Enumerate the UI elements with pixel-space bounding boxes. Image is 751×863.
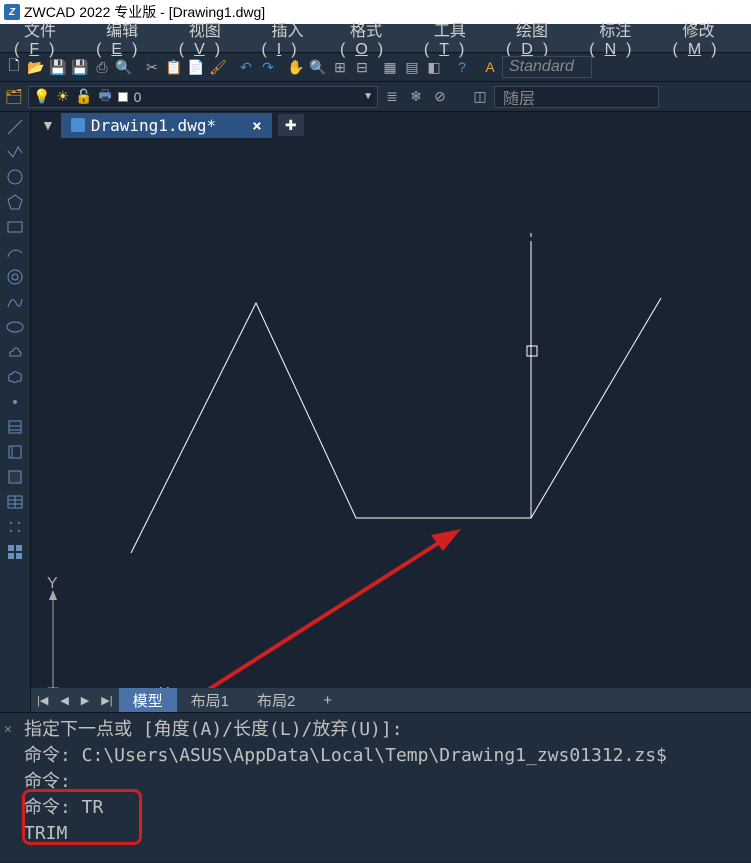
match-icon[interactable]: 🖌: [208, 57, 228, 77]
layout1-tab[interactable]: 布局1: [177, 688, 243, 713]
cmd-line1: 指定下一点或 [角度(A)/长度(L)/放弃(U)]:: [24, 717, 743, 743]
calc-icon[interactable]: ▤: [402, 57, 422, 77]
nav-next-icon[interactable]: ▶: [75, 694, 95, 707]
command-window[interactable]: ✕ 指定下一点或 [角度(A)/长度(L)/放弃(U)]: 命令: C:\Use…: [0, 712, 751, 862]
arc-tool-icon[interactable]: [4, 241, 26, 263]
properties-icon[interactable]: ▦: [380, 57, 400, 77]
style-dropdown[interactable]: [502, 56, 592, 78]
polyline-drawing: [131, 243, 531, 553]
cloud-tool-icon[interactable]: [4, 341, 26, 363]
cmd-line4: 命令: TR: [24, 795, 743, 821]
model-tab[interactable]: 模型: [119, 688, 177, 713]
copy-icon[interactable]: 📋: [164, 57, 184, 77]
point-tool-icon[interactable]: [4, 391, 26, 413]
saveas-icon[interactable]: 💾: [70, 57, 90, 77]
region-tool-icon[interactable]: [4, 466, 26, 488]
textstyle-icon[interactable]: A: [480, 57, 500, 77]
file-tab-name: Drawing1.dwg*: [91, 116, 216, 135]
layout-tabs: |◀ ◀ ▶ ▶| 模型 布局1 布局2 +: [31, 688, 751, 712]
svg-text:Y: Y: [47, 575, 58, 592]
tab-menu-icon[interactable]: ▼: [35, 117, 61, 133]
donut-tool-icon[interactable]: [4, 266, 26, 288]
help-icon[interactable]: ?: [452, 57, 472, 77]
undo-icon[interactable]: ↶: [236, 57, 256, 77]
zoom-prev-icon[interactable]: ⊟: [352, 57, 372, 77]
dwg-icon: [71, 118, 85, 132]
open-file-icon[interactable]: 📂: [26, 57, 46, 77]
cmd-line3: 命令:: [24, 769, 743, 795]
layer-selector[interactable]: 💡 ☀ 🔓 🖶 0 ▼: [28, 86, 378, 108]
menubar: 文件(F) 编辑(E) 视图(V) 插入(I) 格式(O) 工具(T) 绘图(D…: [0, 24, 751, 52]
cmd-line2: 命令: C:\Users\ASUS\AppData\Local\Temp\Dra…: [24, 743, 743, 769]
dots-tool-icon[interactable]: [4, 516, 26, 538]
zoom-window-icon[interactable]: ⊞: [330, 57, 350, 77]
file-tab[interactable]: Drawing1.dwg* ×: [61, 113, 272, 138]
close-tab-icon[interactable]: ×: [252, 116, 262, 135]
chevron-down-icon: ▼: [363, 91, 373, 102]
new-file-icon[interactable]: 🗋: [4, 57, 24, 77]
draw-toolbar: [0, 112, 31, 712]
layer-freeze-icon[interactable]: ❄: [406, 87, 426, 107]
menu-edit[interactable]: 编辑(E): [86, 17, 169, 59]
menu-view[interactable]: 视图(V): [169, 17, 252, 59]
rectangle-tool-icon[interactable]: [4, 216, 26, 238]
lightbulb-icon: 💡: [33, 88, 50, 105]
lock-icon: 🔓: [75, 88, 92, 105]
sun-icon: ☀: [56, 88, 69, 105]
new-tab-button[interactable]: ✚: [278, 114, 304, 136]
revcloud-tool-icon[interactable]: [4, 366, 26, 388]
layer-manage-icon[interactable]: ≣: [382, 87, 402, 107]
menu-insert[interactable]: 插入(I): [251, 17, 330, 59]
line-segment: [531, 298, 661, 518]
menu-dimension[interactable]: 标注(N): [579, 17, 662, 59]
close-command-icon[interactable]: ✕: [4, 717, 12, 743]
layer-icon[interactable]: 🗂: [4, 87, 24, 107]
grid-tool-icon[interactable]: [4, 541, 26, 563]
layer-name: 0: [134, 89, 142, 105]
save-icon[interactable]: 💾: [48, 57, 68, 77]
table-tool-icon[interactable]: [4, 491, 26, 513]
redo-icon[interactable]: ↷: [258, 57, 278, 77]
zoom-icon[interactable]: 🔍: [308, 57, 328, 77]
nav-prev-icon[interactable]: ◀: [54, 694, 74, 707]
circle-tool-icon[interactable]: [4, 166, 26, 188]
pan-icon[interactable]: ✋: [286, 57, 306, 77]
plot-icon: 🖶: [98, 85, 111, 109]
gradient-tool-icon[interactable]: [4, 441, 26, 463]
drawing-canvas[interactable]: Y X: [31, 138, 751, 688]
color-swatch-icon: [118, 92, 128, 102]
polyline-tool-icon[interactable]: [4, 141, 26, 163]
preview-icon[interactable]: 🔍: [114, 57, 134, 77]
workspace: ▼ Drawing1.dwg* × ✚ Y: [0, 112, 751, 712]
clean-icon[interactable]: ◧: [424, 57, 444, 77]
nav-last-icon[interactable]: ▶|: [95, 694, 118, 707]
canvas[interactable]: ▼ Drawing1.dwg* × ✚ Y: [31, 112, 751, 712]
add-layout-button[interactable]: +: [309, 690, 346, 711]
layout2-tab[interactable]: 布局2: [243, 688, 309, 713]
hatch-tool-icon[interactable]: [4, 416, 26, 438]
linetype-selector[interactable]: 随层: [494, 86, 659, 108]
menu-draw[interactable]: 绘图(D): [496, 17, 579, 59]
layer-toolbar: 🗂 💡 ☀ 🔓 🖶 0 ▼ ≣ ❄ ⊘ ◫ 随层: [0, 82, 751, 112]
cursor-pickbox: [527, 346, 537, 356]
ucs-icon: Y X: [47, 575, 170, 688]
polygon-tool-icon[interactable]: [4, 191, 26, 213]
menu-format[interactable]: 格式(O): [330, 17, 414, 59]
line-tool-icon[interactable]: [4, 116, 26, 138]
linetype-label: 随层: [503, 85, 535, 109]
spline-tool-icon[interactable]: [4, 291, 26, 313]
menu-modify[interactable]: 修改(M): [663, 17, 747, 59]
paste-icon[interactable]: 📄: [186, 57, 206, 77]
nav-first-icon[interactable]: |◀: [31, 694, 54, 707]
print-icon[interactable]: ⎙: [92, 57, 112, 77]
layer-off-icon[interactable]: ⊘: [430, 87, 450, 107]
ellipse-tool-icon[interactable]: [4, 316, 26, 338]
block-icon[interactable]: ◫: [470, 87, 490, 107]
document-tabs: ▼ Drawing1.dwg* × ✚: [31, 112, 751, 138]
cmd-line5: TRIM: [24, 821, 743, 847]
menu-file[interactable]: 文件(F): [4, 17, 86, 59]
cut-icon[interactable]: ✂: [142, 57, 162, 77]
menu-tools[interactable]: 工具(T): [414, 17, 496, 59]
